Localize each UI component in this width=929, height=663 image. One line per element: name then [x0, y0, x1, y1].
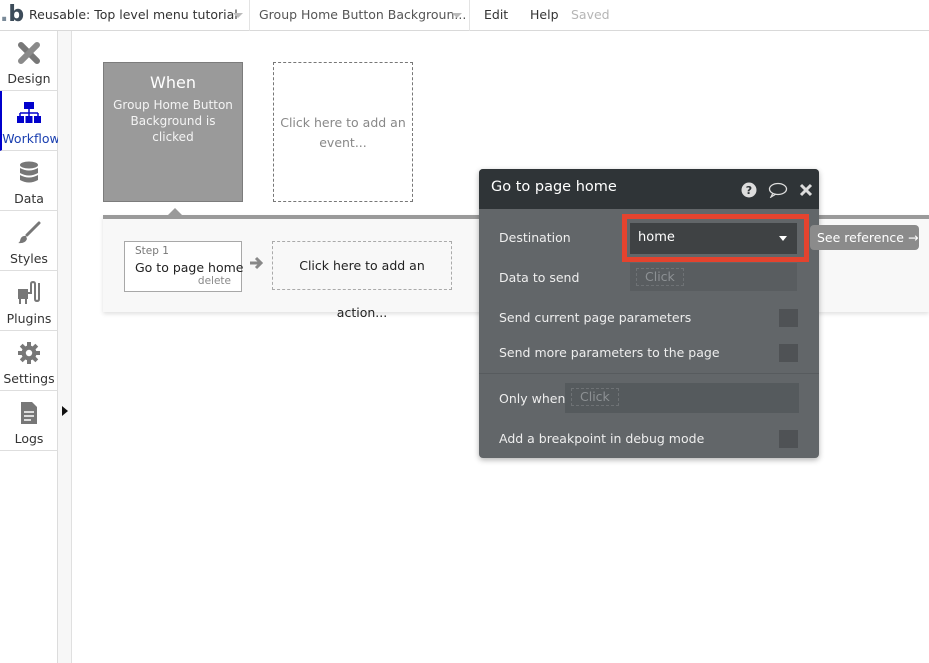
sidebar-item-label: Data [14, 191, 44, 206]
property-editor-title: Go to page home [491, 179, 617, 195]
chevron-down-icon [452, 13, 462, 18]
data-to-send-field[interactable]: Click [630, 263, 797, 291]
element-selector-value: Group Home Button Backgroun... [259, 7, 467, 22]
only-when-field[interactable]: Click [565, 383, 799, 413]
send-current-params-checkbox[interactable] [779, 309, 798, 327]
step-delete-link[interactable]: delete [198, 275, 231, 287]
add-action-button[interactable]: Click here to add an action... [272, 241, 452, 320]
step-number: Step 1 [135, 245, 169, 257]
event-card[interactable]: When Group Home Button Background is cli… [103, 62, 243, 202]
breakpoint-label: Add a breakpoint in debug mode [499, 431, 705, 446]
save-status: Saved [571, 7, 610, 22]
only-when-label: Only when [499, 391, 566, 406]
step-name: Go to page home [135, 260, 244, 275]
top-bar: .b Reusable: Top level menu tutorial Gro… [0, 0, 929, 31]
database-icon [20, 161, 38, 183]
sidebar-item-design[interactable]: Design [0, 31, 58, 91]
sidebar-item-data[interactable]: Data [0, 151, 58, 211]
expand-arrow-icon[interactable] [62, 406, 68, 416]
plug-icon [18, 281, 40, 304]
sidebar-item-label: Styles [10, 251, 48, 266]
design-icon [18, 42, 40, 64]
send-more-params-checkbox[interactable] [779, 344, 798, 362]
data-to-send-placeholder[interactable]: Click [636, 268, 684, 286]
step-card[interactable]: Step 1 Go to page home delete [124, 241, 244, 292]
sidebar-item-label: Design [7, 71, 51, 86]
gear-icon [18, 342, 40, 364]
svg-text:?: ? [746, 184, 752, 197]
document-icon [21, 402, 37, 424]
sidebar-item-label: Workflow [2, 131, 60, 146]
see-reference-button[interactable]: See reference → [810, 225, 919, 250]
help-icon[interactable]: ? [741, 182, 757, 202]
brush-icon [18, 221, 41, 244]
only-when-placeholder[interactable]: Click [571, 388, 619, 406]
comment-icon[interactable] [768, 182, 788, 202]
bubble-logo[interactable]: .b [0, 2, 24, 28]
workflow-icon [17, 102, 41, 123]
page-selector[interactable]: Reusable: Top level menu tutorial [22, 0, 250, 31]
sidebar-item-settings[interactable]: Settings [0, 331, 58, 391]
left-sidebar: Design Workflow Data Styles Plugins Sett… [0, 31, 60, 663]
sidebar-item-workflow[interactable]: Workflow [0, 91, 60, 151]
send-current-params-label: Send current page parameters [499, 310, 692, 325]
property-editor-header[interactable]: Go to page home ? [479, 169, 819, 209]
chevron-down-icon [233, 13, 243, 18]
sidebar-item-label: Plugins [6, 311, 52, 326]
sidebar-item-label: Logs [14, 431, 44, 446]
close-icon[interactable] [799, 182, 813, 201]
menu-help[interactable]: Help [530, 0, 559, 30]
event-title: When [150, 73, 196, 92]
breakpoint-checkbox[interactable] [779, 430, 798, 448]
menu-edit[interactable]: Edit [484, 0, 508, 30]
send-more-params-label: Send more parameters to the page [499, 345, 720, 360]
property-editor: Go to page home ? Destination home Data … [479, 169, 819, 458]
sidebar-item-label: Settings [3, 371, 55, 386]
page-selector-value: Reusable: Top level menu tutorial [29, 7, 238, 22]
sidebar-item-plugins[interactable]: Plugins [0, 271, 58, 331]
section-divider [479, 373, 819, 374]
element-selector[interactable]: Group Home Button Backgroun... [250, 0, 470, 31]
event-description: Group Home Button Background is clicked [113, 98, 233, 144]
data-to-send-label: Data to send [499, 270, 580, 285]
destination-highlight [622, 214, 809, 262]
sidebar-item-logs[interactable]: Logs [0, 391, 58, 451]
sidebar-collapse-strip[interactable] [58, 31, 72, 663]
sidebar-item-styles[interactable]: Styles [0, 211, 58, 271]
destination-label: Destination [499, 230, 571, 245]
add-event-button[interactable]: Click here to add an event... [273, 62, 413, 202]
arrow-right-icon [250, 256, 264, 270]
selected-event-notch [168, 208, 182, 215]
